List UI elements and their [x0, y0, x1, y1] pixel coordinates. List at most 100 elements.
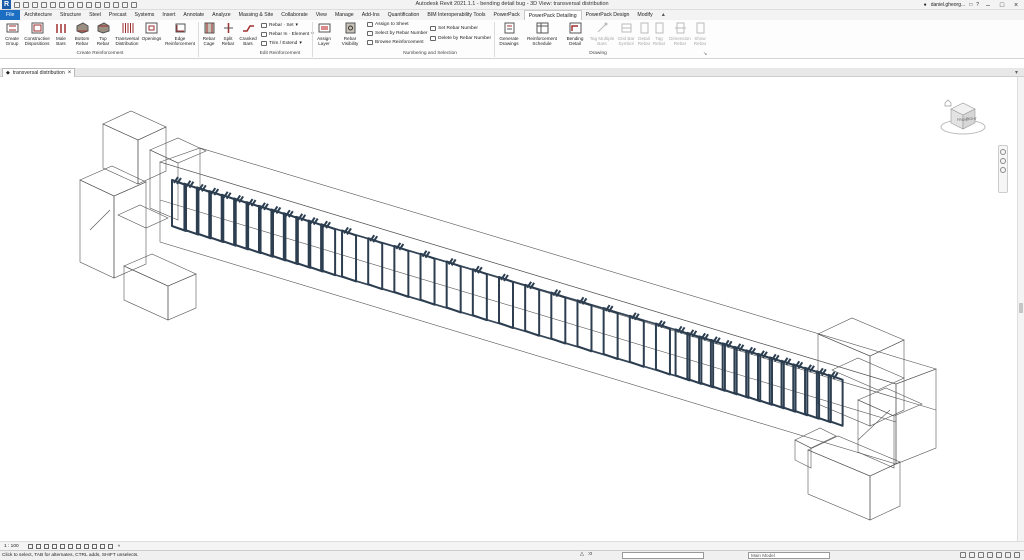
select-by-rebar-number-button[interactable]: Select by Rebar Number [367, 31, 428, 36]
redo-icon[interactable] [50, 1, 56, 8]
stirrup-21[interactable] [524, 281, 541, 337]
tab-manage[interactable]: Manage [331, 10, 358, 20]
select-underlay-icon[interactable] [978, 552, 984, 558]
tab-annotate[interactable]: Annotate [179, 10, 208, 20]
tab-architecture[interactable]: Architecture [20, 10, 56, 20]
viewcube[interactable]: FRONT RIGHT [937, 97, 989, 137]
tab-view[interactable]: View [312, 10, 331, 20]
tab-quantification[interactable]: Quantification [384, 10, 424, 20]
assign-layer-button[interactable]: Assign Layer [315, 22, 333, 47]
delete-by-rebar-number-button[interactable]: Delete by Rebar Number [430, 36, 491, 41]
editable-only-icon[interactable] [960, 552, 966, 558]
filter-selection-icon[interactable] [1014, 552, 1020, 558]
stirrup-22[interactable] [550, 288, 567, 345]
trim-extend-button[interactable]: Trim / Extend ▾ [261, 41, 302, 46]
undo-icon[interactable] [41, 1, 47, 8]
tab-analyze[interactable]: Analyze [208, 10, 234, 20]
reveal-hidden-icon[interactable] [91, 543, 97, 549]
tab-powerpack[interactable]: PowerPack [489, 10, 523, 20]
filter-icon[interactable]: △ [580, 552, 584, 557]
detail-rebar-button[interactable]: Detail Rebar [636, 22, 652, 47]
split-rebar-button[interactable]: Split Rebar [220, 22, 236, 47]
stirrup-19[interactable] [471, 265, 488, 322]
create-group-button[interactable]: Create Group [3, 22, 21, 47]
analytical-model-icon[interactable] [99, 543, 105, 549]
stirrup-26[interactable] [654, 320, 671, 376]
male-bars-button[interactable]: Male Bars [54, 22, 68, 47]
scrollbar-thumb[interactable] [1019, 303, 1023, 313]
stirrup-25[interactable] [628, 312, 645, 368]
3d-view-icon[interactable] [95, 1, 101, 8]
tab-insert[interactable]: Insert [158, 10, 179, 20]
switch-windows-icon[interactable] [131, 1, 137, 8]
panel-expand-icon[interactable]: ↘ [703, 51, 707, 57]
stirrup-15[interactable] [367, 234, 384, 291]
user-name[interactable]: daniel.gheorg... [931, 2, 965, 8]
viewport-scrollbar[interactable] [1017, 77, 1024, 541]
user-icon[interactable]: ● [924, 2, 927, 8]
highlight-displacement-icon[interactable] [107, 543, 113, 549]
stirrup-16[interactable] [393, 242, 410, 298]
tab-systems[interactable]: Systems [131, 10, 159, 20]
tab-structure[interactable]: Structure [56, 10, 85, 20]
tab-modify[interactable]: Modify [633, 10, 656, 20]
bending-detail-button[interactable]: Bending Detail [563, 22, 587, 47]
temporary-hide-icon[interactable] [83, 543, 89, 549]
tag-rebar-button[interactable]: Tag Rebar [652, 22, 666, 47]
sun-path-icon[interactable] [43, 543, 49, 549]
openings-button[interactable]: Openings [141, 22, 162, 41]
close-icon[interactable]: × [68, 70, 72, 76]
top-rebar-button[interactable]: Top Rebar [94, 22, 112, 47]
chevron-left-icon[interactable]: « [118, 544, 121, 549]
tab-collaborate[interactable]: Collaborate [277, 10, 312, 20]
bottom-rebar-button[interactable]: Bottom Rebar [72, 22, 92, 47]
stirrup-18[interactable] [445, 257, 462, 314]
select-by-face-icon[interactable] [996, 552, 1002, 558]
maximize-button[interactable]: □ [997, 2, 1007, 9]
edge-reinforcement-button[interactable]: Edge Reinforcement [164, 22, 196, 47]
reinforcement-schedule-button[interactable]: Reinforcement Schedule [525, 22, 559, 47]
tab-precast[interactable]: Precast [105, 10, 131, 20]
visual-style-icon[interactable] [35, 543, 41, 549]
lock-3d-icon[interactable] [75, 543, 81, 549]
drag-elements-icon[interactable] [1005, 552, 1011, 558]
open-icon[interactable] [14, 1, 20, 8]
cart-icon[interactable]: □ [969, 2, 972, 8]
sync-icon[interactable] [32, 1, 38, 8]
zoom-icon[interactable] [1000, 158, 1006, 164]
browse-reinforcement-button[interactable]: Browse Reinforcement [367, 40, 424, 45]
show-crop-icon[interactable] [67, 543, 73, 549]
view-tab-transversal-distribution[interactable]: ◆ transversal distribution × [2, 68, 76, 77]
stirrup-17[interactable] [419, 250, 436, 306]
help-icon[interactable]: ? [976, 2, 979, 8]
workset-field[interactable] [622, 552, 704, 559]
longitudinal-bar-3[interactable] [171, 225, 827, 421]
grid-bar-symbol-button[interactable]: Grid Bar Symbol [616, 22, 636, 47]
set-rebar-number-button[interactable]: Set Rebar Number [430, 26, 478, 31]
zoom-region-icon[interactable] [1000, 167, 1006, 173]
close-window-button[interactable]: × [1011, 2, 1021, 9]
steering-wheel-icon[interactable] [1000, 149, 1006, 155]
assign-to-sheet-button[interactable]: Assign to Sheet [367, 22, 409, 27]
3d-viewport[interactable]: FRONT RIGHT [0, 77, 1017, 541]
home-icon[interactable] [944, 99, 952, 107]
tab-overflow-icon[interactable]: ▾ [1015, 69, 1018, 76]
revit-logo[interactable]: R [2, 0, 11, 9]
text-icon[interactable] [86, 1, 92, 8]
stirrup-14[interactable] [341, 226, 358, 283]
rebar-cage-button[interactable]: Rebar Cage [201, 22, 217, 47]
section-icon[interactable] [104, 1, 110, 8]
thin-lines-icon[interactable] [113, 1, 119, 8]
tab-file[interactable]: File [0, 10, 21, 20]
tab-add-ins[interactable]: Add-Ins [358, 10, 384, 20]
longitudinal-bar-4[interactable] [185, 230, 841, 426]
tab-massing-site[interactable]: Massing & Site [235, 10, 278, 20]
show-rebar-button[interactable]: Show Rebar [692, 22, 708, 47]
transversal-distribution-button[interactable]: Transversal Distribution [113, 22, 141, 47]
longitudinal-bar-1[interactable] [171, 179, 827, 375]
close-hidden-icon[interactable] [122, 1, 128, 8]
crop-view-icon[interactable] [59, 543, 65, 549]
print-icon[interactable] [59, 1, 65, 8]
tab-steel[interactable]: Steel [85, 10, 105, 20]
stirrup-23[interactable] [576, 296, 593, 353]
